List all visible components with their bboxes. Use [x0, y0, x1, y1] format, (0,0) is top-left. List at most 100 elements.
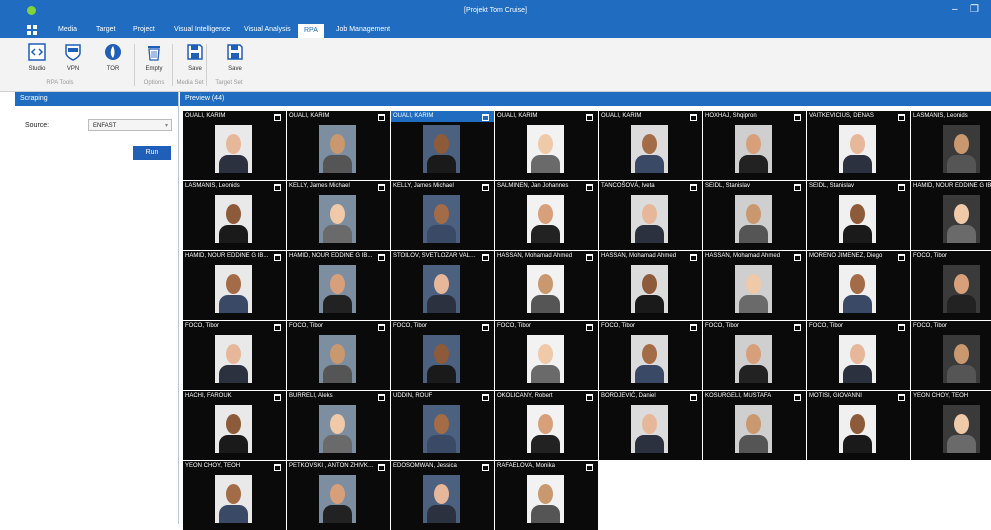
preview-tile[interactable]: LASMANIS, Leonids [183, 181, 286, 250]
preview-tile[interactable]: HASSAN, Mohamad Ahmed [703, 251, 806, 320]
preview-tile[interactable]: FOCO, Tibor [495, 321, 598, 390]
preview-tile[interactable]: HAMID, NOUR EDDINE G IB... [183, 251, 286, 320]
preview-tile[interactable]: EDOSOMWAN, Jessica [391, 461, 494, 530]
menu-target[interactable]: Target [96, 26, 115, 33]
tile-window-icon[interactable] [690, 254, 697, 261]
preview-tile[interactable]: OUALI, KARIM [287, 111, 390, 180]
tile-window-icon[interactable] [274, 324, 281, 331]
preview-tile[interactable]: FOCO, Tibor [911, 321, 991, 390]
save-target-set-button[interactable]: Save [220, 42, 250, 72]
preview-tile[interactable]: OUALI, KARIM [391, 111, 494, 180]
tile-window-icon[interactable] [690, 184, 697, 191]
preview-tile[interactable]: HAMID, NOUR EDDINE G IB... [911, 181, 991, 250]
preview-tile[interactable]: HASSAN, Mohamad Ahmed [495, 251, 598, 320]
tile-window-icon[interactable] [586, 464, 593, 471]
preview-tile[interactable]: HAMID, NOUR EDDINE G IB... [287, 251, 390, 320]
tile-window-icon[interactable] [274, 464, 281, 471]
minimize-icon[interactable]: – [952, 4, 958, 15]
preview-tile[interactable]: LASMANIS, Leonids [911, 111, 991, 180]
vpn-button[interactable]: VPN [58, 42, 88, 72]
tile-window-icon[interactable] [274, 184, 281, 191]
tile-window-icon[interactable] [898, 184, 905, 191]
tile-window-icon[interactable] [898, 324, 905, 331]
tile-window-icon[interactable] [794, 114, 801, 121]
preview-tile[interactable]: YEON CHOY, TEOH [911, 391, 991, 460]
studio-button[interactable]: Studio [22, 42, 52, 72]
preview-tile[interactable]: FOCO, Tibor [391, 321, 494, 390]
preview-tile[interactable]: OUALI, KARIM [183, 111, 286, 180]
tile-window-icon[interactable] [586, 254, 593, 261]
app-menu-grid-icon[interactable] [27, 25, 37, 35]
tile-window-icon[interactable] [274, 114, 281, 121]
preview-tile[interactable]: SALMINEN, Jan Johannes [495, 181, 598, 250]
tile-window-icon[interactable] [274, 254, 281, 261]
menu-media[interactable]: Media [58, 26, 77, 33]
tile-window-icon[interactable] [378, 394, 385, 401]
menu-project[interactable]: Project [133, 26, 155, 33]
tile-window-icon[interactable] [794, 184, 801, 191]
tile-window-icon[interactable] [482, 464, 489, 471]
tile-window-icon[interactable] [898, 114, 905, 121]
preview-tile[interactable]: BORDJEVIĆ, Daniel [599, 391, 702, 460]
preview-tile[interactable]: OUALI, KARIM [495, 111, 598, 180]
preview-tile[interactable]: STOILOV, SVETLOZAR VALEN... [391, 251, 494, 320]
menu-visual-analysis[interactable]: Visual Analysis [244, 26, 291, 33]
tile-window-icon[interactable] [378, 184, 385, 191]
preview-tile[interactable]: OKOLICANY, Robert [495, 391, 598, 460]
tile-window-icon[interactable] [274, 394, 281, 401]
preview-tile[interactable]: FOCO, Tibor [287, 321, 390, 390]
preview-tile[interactable]: FOCO, Tibor [703, 321, 806, 390]
tile-window-icon[interactable] [794, 324, 801, 331]
tile-window-icon[interactable] [690, 114, 697, 121]
tile-window-icon[interactable] [378, 254, 385, 261]
preview-tile[interactable]: KELLY, James Michael [391, 181, 494, 250]
run-button[interactable]: Run [133, 146, 171, 160]
tile-window-icon[interactable] [586, 394, 593, 401]
preview-tile[interactable]: YEON CHOY, TEOH [183, 461, 286, 530]
tile-window-icon[interactable] [482, 184, 489, 191]
tile-window-icon[interactable] [586, 324, 593, 331]
source-select[interactable]: ENFAST ▾ [88, 119, 172, 131]
tile-window-icon[interactable] [690, 394, 697, 401]
tile-window-icon[interactable] [482, 114, 489, 121]
tile-window-icon[interactable] [378, 114, 385, 121]
preview-tile[interactable]: SEIDL, Stanislav [703, 181, 806, 250]
preview-tile[interactable]: MOTISI, GIOVANNI [807, 391, 910, 460]
preview-tile[interactable]: OUALI, KARIM [599, 111, 702, 180]
preview-tile[interactable]: KOSURGELI, MUSTAFA [703, 391, 806, 460]
tile-window-icon[interactable] [482, 254, 489, 261]
preview-tile[interactable]: HACHI, FAROUK [183, 391, 286, 460]
preview-tile[interactable]: FOCO, Tibor [911, 251, 991, 320]
menu-job-management[interactable]: Job Management [336, 26, 390, 33]
preview-tile[interactable]: RAFAELOVA, Monika [495, 461, 598, 530]
tile-window-icon[interactable] [482, 394, 489, 401]
tile-window-icon[interactable] [898, 394, 905, 401]
preview-tile[interactable]: SEIDL, Stanislav [807, 181, 910, 250]
preview-tile[interactable]: TANCOŠOVÁ, Iveta [599, 181, 702, 250]
preview-tile[interactable]: PETKOVSKI , ANTON ZHIVKOV [287, 461, 390, 530]
preview-tile[interactable]: FOCO, Tibor [183, 321, 286, 390]
menu-visual-intelligence[interactable]: Visual Intelligence [174, 26, 230, 33]
menu-rpa[interactable]: RPA [298, 24, 324, 38]
preview-tile[interactable]: FOCO, Tibor [807, 321, 910, 390]
tile-window-icon[interactable] [794, 394, 801, 401]
preview-tile[interactable]: HASSAN, Mohamad Ahmed [599, 251, 702, 320]
tile-window-icon[interactable] [378, 324, 385, 331]
preview-tile[interactable]: FOCO, Tibor [599, 321, 702, 390]
empty-button[interactable]: Empty [139, 42, 169, 72]
tile-window-icon[interactable] [586, 114, 593, 121]
preview-tile[interactable]: MORENO JIMENEZ, Diego [807, 251, 910, 320]
tile-window-icon[interactable] [898, 254, 905, 261]
preview-tile[interactable]: HOXHAJ, Shqipron [703, 111, 806, 180]
restore-icon[interactable]: ❐ [970, 4, 979, 15]
preview-tile[interactable]: BURRELI, Aleks [287, 391, 390, 460]
tile-window-icon[interactable] [794, 254, 801, 261]
tile-window-icon[interactable] [378, 464, 385, 471]
tile-window-icon[interactable] [482, 324, 489, 331]
tor-button[interactable]: TOR [98, 42, 128, 72]
tile-window-icon[interactable] [690, 324, 697, 331]
preview-tile[interactable]: VAITKEVICIUS, DENAS [807, 111, 910, 180]
preview-tile[interactable]: KELLY, James Michael [287, 181, 390, 250]
preview-tile[interactable]: UDDIN, ROUF [391, 391, 494, 460]
tile-window-icon[interactable] [586, 184, 593, 191]
